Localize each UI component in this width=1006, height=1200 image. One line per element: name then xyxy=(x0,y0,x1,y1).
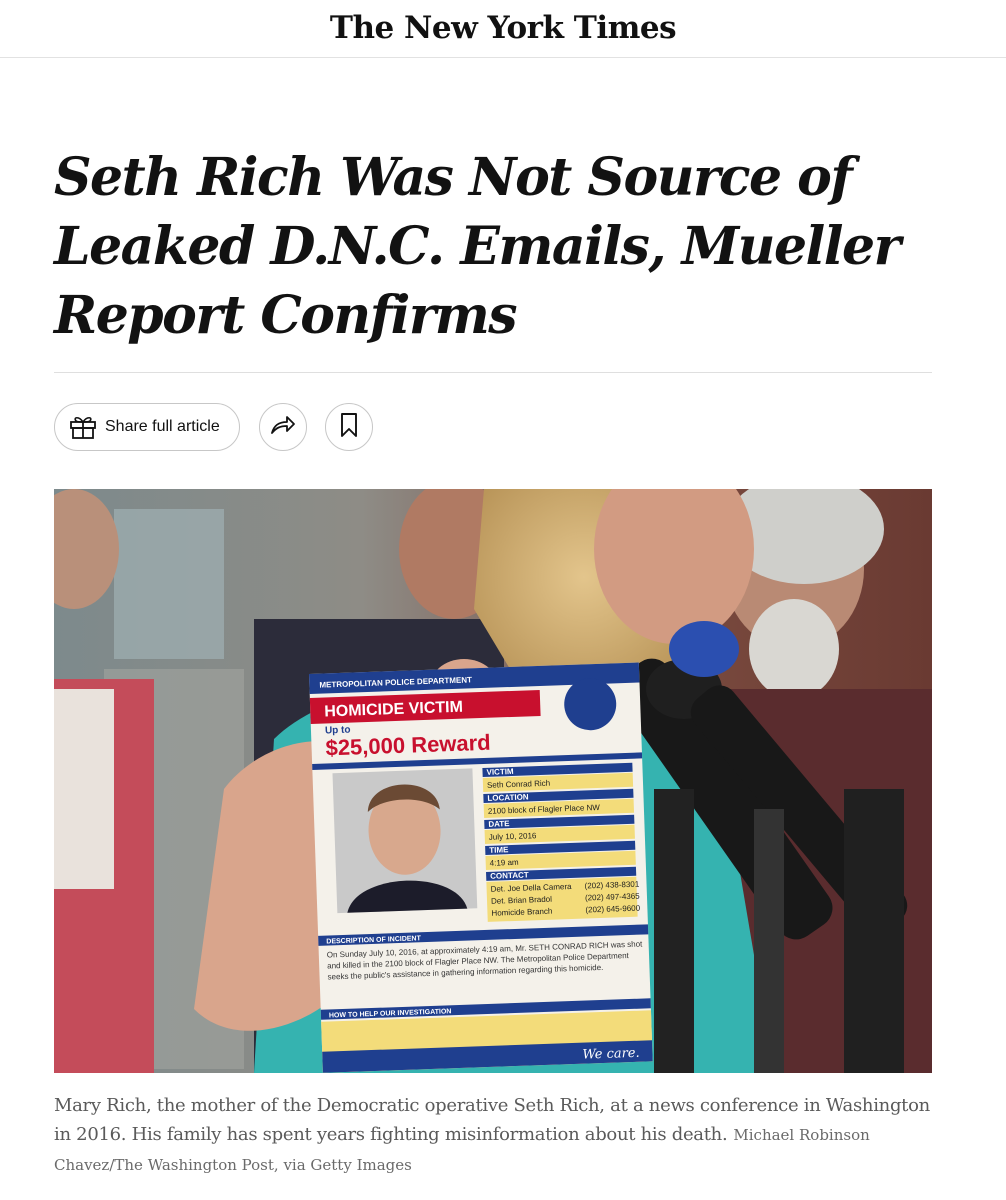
bookmark-icon xyxy=(339,412,359,443)
poster-contact-phone-1: (202) 438-8301 xyxy=(584,880,640,891)
poster-time-label: TIME xyxy=(489,845,509,855)
gift-icon xyxy=(69,414,97,440)
article-headline: Seth Rich Was Not Source of Leaked D.N.C… xyxy=(54,147,901,346)
news-conference-photo: METROPOLITAN POLICE DEPARTMENT HOMICIDE … xyxy=(54,489,932,1073)
reward-poster: METROPOLITAN POLICE DEPARTMENT HOMICIDE … xyxy=(309,662,653,1073)
save-button[interactable] xyxy=(325,403,373,451)
poster-date: July 10, 2016 xyxy=(489,831,537,842)
poster-location-label: LOCATION xyxy=(487,792,529,802)
poster-tagline: We care. xyxy=(582,1046,640,1063)
share-full-article-button[interactable]: Share full article xyxy=(54,403,240,451)
share-arrow-icon xyxy=(269,413,297,442)
share-button[interactable] xyxy=(259,403,307,451)
article-photo: METROPOLITAN POLICE DEPARTMENT HOMICIDE … xyxy=(54,489,932,1073)
poster-contact-label: CONTACT xyxy=(490,870,529,880)
poster-date-label: DATE xyxy=(488,819,510,829)
poster-time: 4:19 am xyxy=(490,858,520,868)
poster-victim-label: VICTIM xyxy=(486,767,514,777)
poster-contact-phone-2: (202) 497-4365 xyxy=(585,892,641,903)
share-full-article-label: Share full article xyxy=(105,418,220,435)
headline-divider xyxy=(54,372,932,373)
nyt-logo[interactable]: The New York Times xyxy=(330,10,677,46)
photo-caption: Mary Rich, the mother of the Democratic … xyxy=(54,1091,932,1180)
masthead: The New York Times xyxy=(0,0,1006,58)
poster-contact-phone-3: (202) 645-9600 xyxy=(585,904,641,915)
